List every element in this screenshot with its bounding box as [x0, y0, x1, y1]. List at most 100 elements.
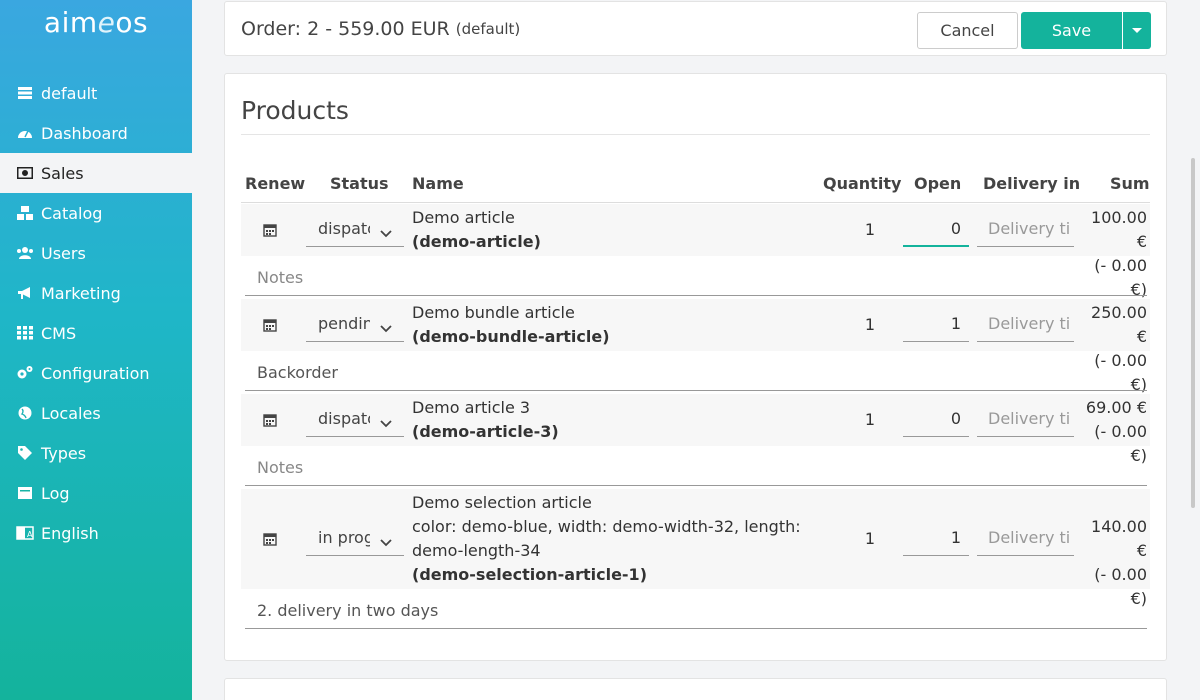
calendar-icon[interactable]: [263, 531, 279, 547]
sidebar-item-dashboard[interactable]: Dashboard: [0, 113, 192, 153]
sidebar-item-label: Types: [41, 443, 87, 463]
tag-icon: [16, 445, 34, 461]
grid-icon: [16, 325, 34, 341]
save-options-button[interactable]: [1123, 12, 1151, 49]
status-value: dispatched: [318, 219, 370, 238]
sidebar-item-locales[interactable]: Locales: [0, 393, 192, 433]
quantity-value: 1: [864, 220, 875, 239]
column-header-open: Open: [914, 174, 962, 193]
quantity-value: 1: [864, 529, 875, 548]
sidebar-item-types[interactable]: Types: [0, 433, 192, 473]
dashboard-icon: [16, 125, 34, 141]
sidebar-item-catalog[interactable]: Catalog: [0, 193, 192, 233]
logo-text-a: aim: [43, 6, 98, 39]
divider: [245, 390, 1147, 391]
sum-cell: 69.00 € (- 0.00 €): [1077, 396, 1147, 468]
rebate: (- 0.00 €): [1094, 422, 1147, 465]
delivery-input[interactable]: Delivery ti: [977, 401, 1074, 437]
sum-cell: 140.00 € (- 0.00 €): [1077, 515, 1147, 611]
chevron-down-icon: [380, 223, 392, 242]
column-header-sum: Sum: [1110, 174, 1150, 193]
quantity-value: 1: [864, 315, 875, 334]
cancel-button[interactable]: Cancel: [917, 12, 1018, 49]
price: 69.00 €: [1085, 398, 1147, 417]
column-header-renew: Renew: [245, 174, 306, 193]
sidebar-item-label: Sales: [41, 163, 84, 183]
sidebar-item-sales[interactable]: Sales: [0, 153, 192, 193]
calendar-icon[interactable]: [263, 317, 279, 333]
product-attributes: color: demo-blue, width: demo-width-32, …: [412, 517, 801, 536]
status-value: pending: [318, 314, 370, 333]
product-name: Demo selection article: [412, 493, 592, 512]
divider: [245, 628, 1147, 629]
product-name-cell: Demo selection article color: demo-blue, …: [412, 491, 801, 587]
delivery-input[interactable]: Delivery ti: [977, 520, 1074, 556]
cubes-icon: [16, 205, 34, 221]
sidebar-item-label: Locales: [41, 403, 101, 423]
status-select[interactable]: pending: [306, 306, 404, 342]
sidebar-item-label: Log: [41, 483, 70, 503]
chevron-down-icon: [380, 413, 392, 432]
chevron-down-icon: [380, 532, 392, 551]
status-select[interactable]: in progress: [306, 520, 404, 556]
product-code: (demo-bundle-article): [412, 327, 610, 346]
product-name-cell: Demo article (demo-article): [412, 206, 541, 254]
product-name: Demo article: [412, 208, 515, 227]
status-select[interactable]: dispatched: [306, 401, 404, 437]
delivery-input[interactable]: Delivery ti: [977, 306, 1074, 342]
logo[interactable]: aim e os: [0, 0, 192, 60]
caret-down-icon: [1132, 28, 1142, 33]
sidebar-item-label: Dashboard: [41, 123, 128, 143]
bullhorn-icon: [16, 285, 34, 301]
sidebar-item-users[interactable]: Users: [0, 233, 192, 273]
sidebar-item-english[interactable]: A English: [0, 513, 192, 553]
calendar-icon[interactable]: [263, 222, 279, 238]
sidebar-item-cms[interactable]: CMS: [0, 313, 192, 353]
price: 100.00 €: [1091, 208, 1147, 251]
sidebar-item-label: Users: [41, 243, 86, 263]
save-button[interactable]: Save: [1021, 12, 1122, 49]
open-quantity-input[interactable]: 1: [903, 306, 969, 342]
divider: [245, 295, 1147, 296]
notes-input[interactable]: Notes: [257, 268, 303, 287]
sum-cell: 250.00 € (- 0.00 €): [1077, 301, 1147, 397]
divider: [241, 134, 1150, 135]
status-value: dispatched: [318, 409, 370, 428]
calendar-icon[interactable]: [263, 412, 279, 428]
logo-text-e: e: [97, 6, 116, 39]
money-icon: [16, 165, 34, 181]
open-quantity-input[interactable]: 1: [903, 520, 969, 556]
sidebar-item-label: Catalog: [41, 203, 103, 223]
open-quantity-input[interactable]: 0: [903, 401, 969, 437]
status-select[interactable]: dispatched: [306, 211, 404, 247]
sum-cell: 100.00 € (- 0.00 €): [1077, 206, 1147, 302]
sidebar-item-label: Configuration: [41, 363, 150, 383]
notes-input[interactable]: 2. delivery in two days: [257, 601, 438, 620]
page-title: Order: 2 - 559.00 EUR: [241, 17, 450, 40]
product-attributes: demo-length-34: [412, 541, 541, 560]
logo-text-b: os: [115, 6, 149, 39]
status-value: in progress: [318, 528, 370, 547]
product-name: Demo bundle article: [412, 303, 575, 322]
notes-input[interactable]: Notes: [257, 458, 303, 477]
next-card: [224, 678, 1167, 700]
open-quantity-input[interactable]: 0: [903, 211, 969, 247]
page-subtitle: (default): [455, 19, 521, 38]
delivery-input[interactable]: Delivery ti: [977, 211, 1074, 247]
sidebar-item-configuration[interactable]: Configuration: [0, 353, 192, 393]
chevron-down-icon: [380, 318, 392, 337]
sidebar-item-default[interactable]: default: [0, 73, 192, 113]
sidebar-item-label: default: [41, 83, 98, 103]
price: 250.00 €: [1091, 303, 1147, 346]
divider: [241, 202, 1150, 203]
sidebar-item-log[interactable]: Log: [0, 473, 192, 513]
sidebar-item-marketing[interactable]: Marketing: [0, 273, 192, 313]
notes-input[interactable]: Backorder: [257, 363, 338, 382]
sidebar-item-label: Marketing: [41, 283, 121, 303]
column-header-delivery: Delivery in: [983, 174, 1081, 193]
sidebar-nav: default Dashboard Sales Catalog Users Ma…: [0, 73, 192, 553]
scrollbar[interactable]: [1191, 158, 1195, 508]
product-code: (demo-article-3): [412, 422, 559, 441]
product-name: Demo article 3: [412, 398, 531, 417]
column-header-status: Status: [330, 174, 389, 193]
